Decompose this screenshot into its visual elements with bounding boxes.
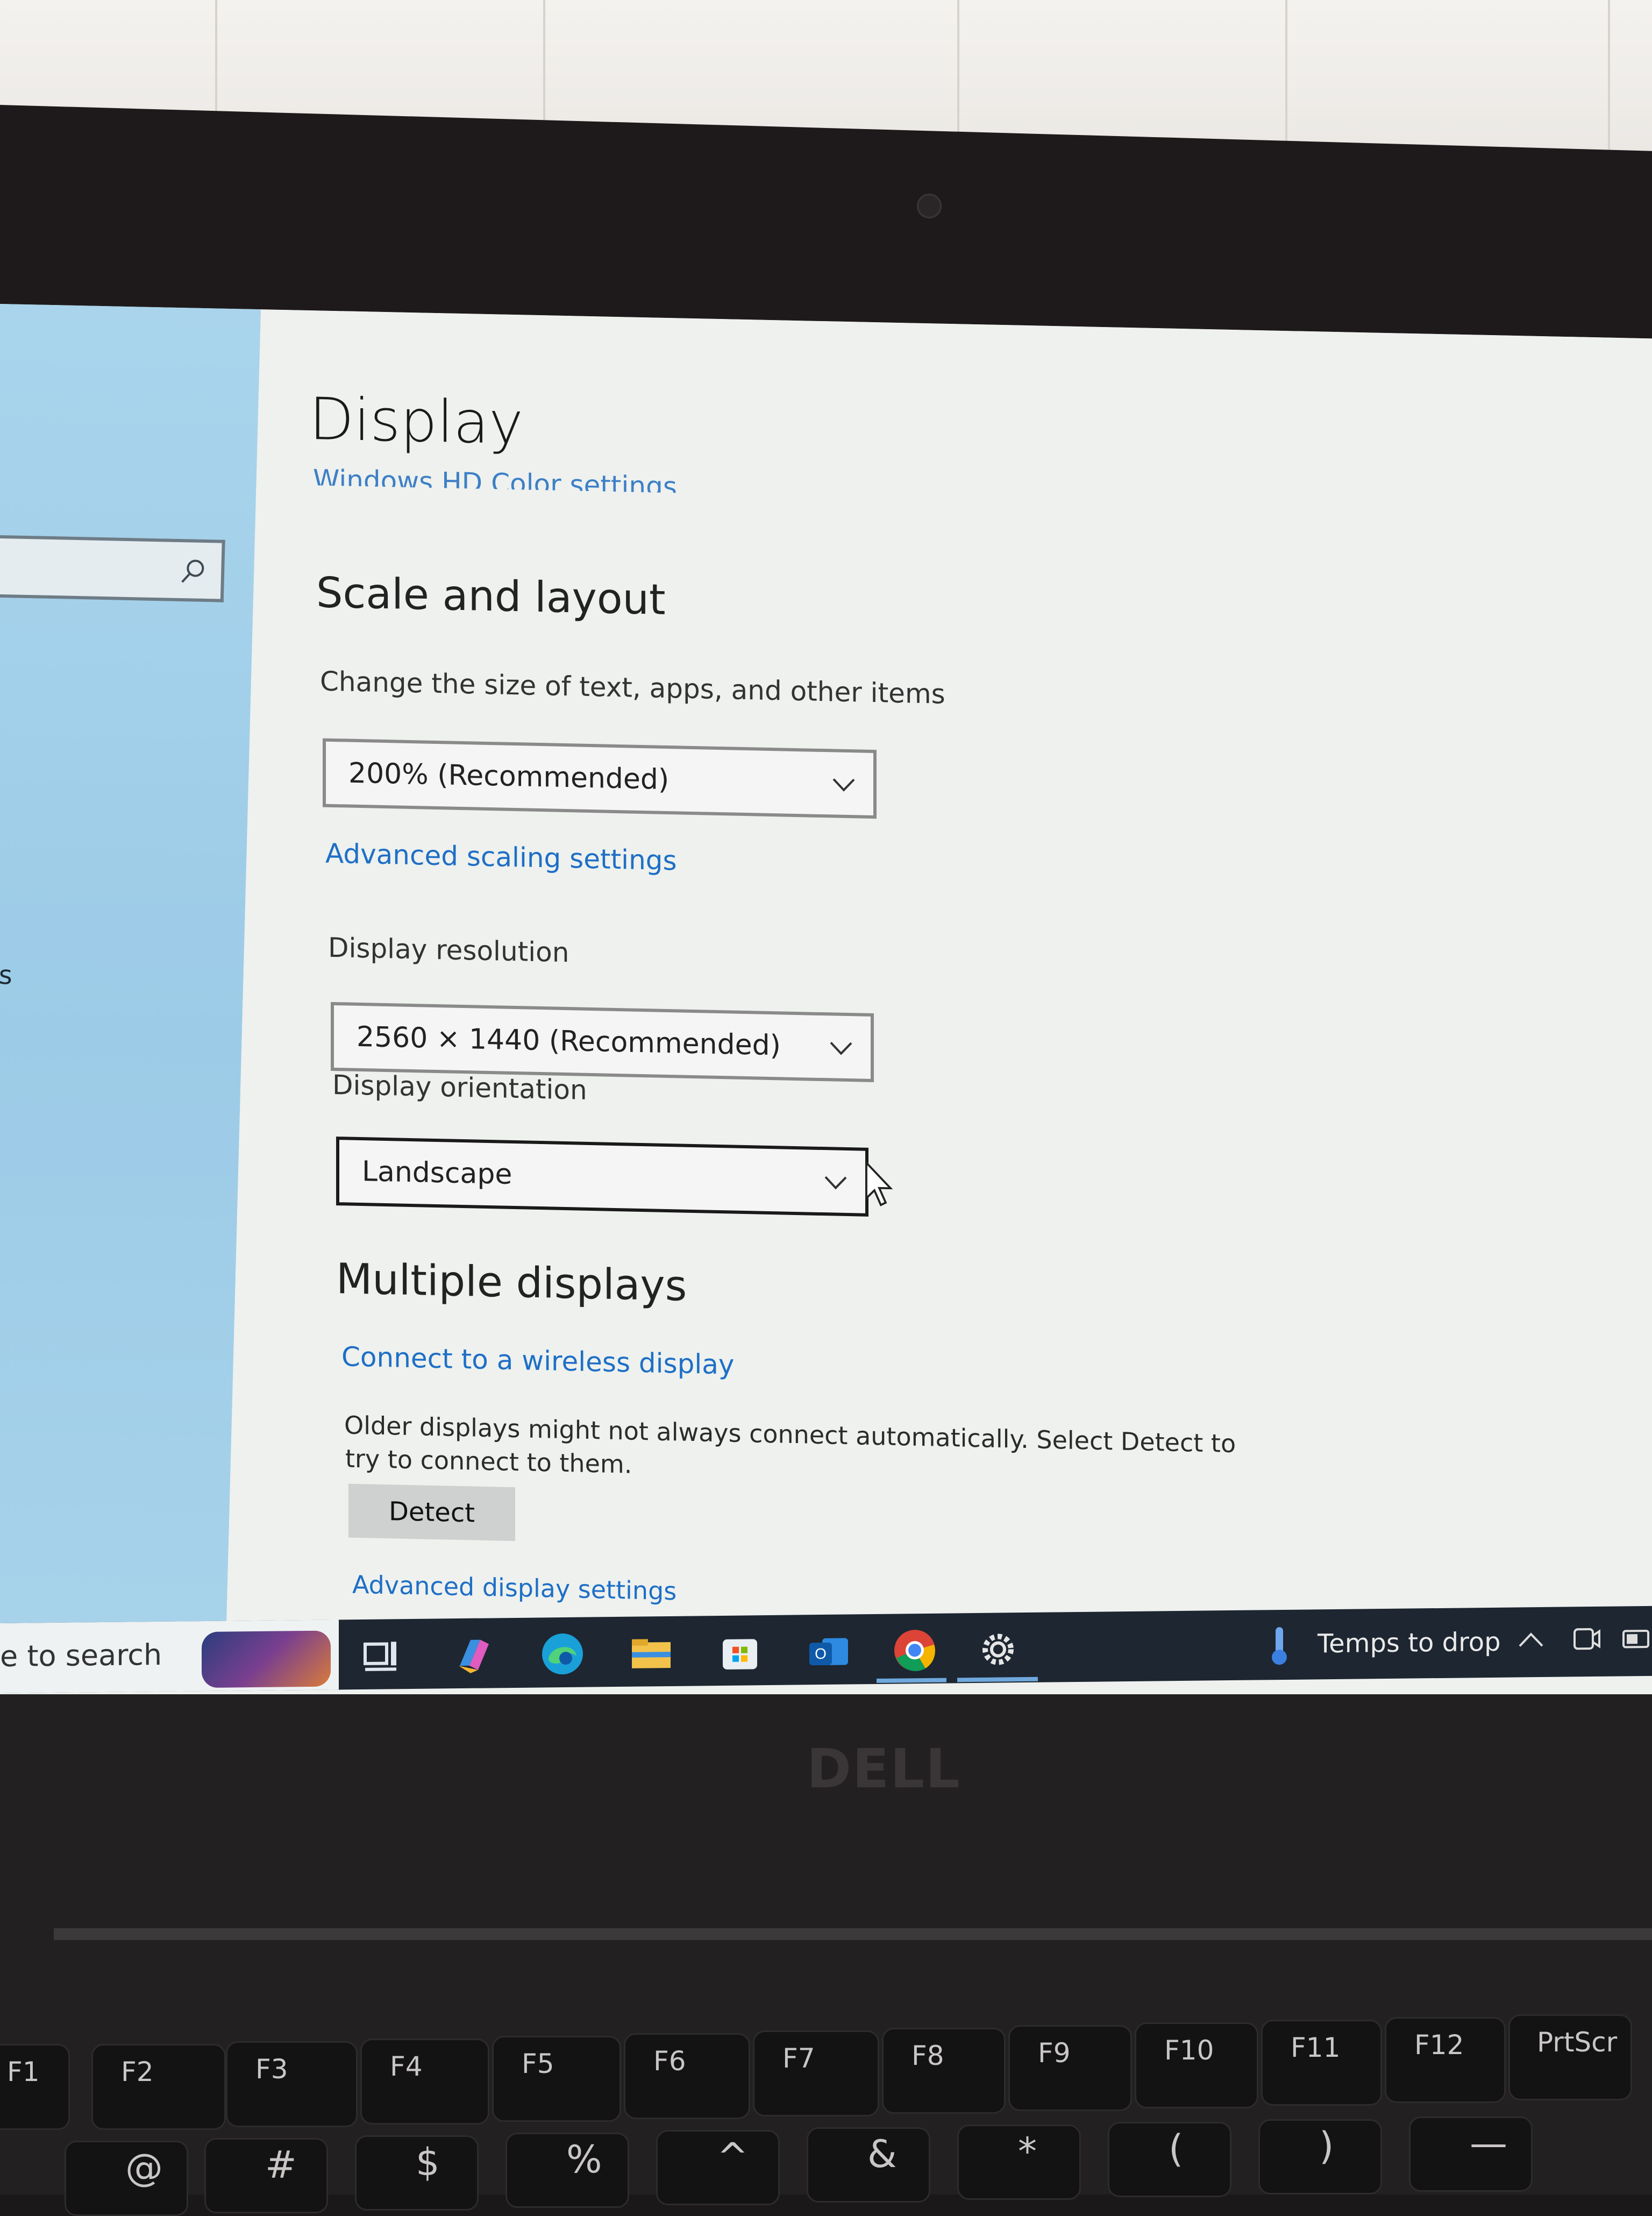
outlook-icon[interactable]: O — [804, 1626, 853, 1676]
key-f10[interactable]: F10 — [1135, 2022, 1258, 2108]
key-f9[interactable]: F9 — [1008, 2025, 1132, 2111]
chrome-running-indicator — [877, 1678, 946, 1683]
thermometer-icon — [1272, 1627, 1287, 1665]
key-8[interactable]: * — [957, 2125, 1081, 2200]
advanced-display-settings-link[interactable]: Advanced display settings — [352, 1570, 677, 1606]
battery-icon[interactable] — [1621, 1625, 1652, 1653]
detect-button[interactable]: Detect — [348, 1483, 515, 1542]
key-7[interactable]: & — [807, 2127, 930, 2203]
search-icon — [181, 559, 204, 583]
key-f8[interactable]: F8 — [882, 2028, 1006, 2114]
sidebar-item-label[interactable]: PC — [0, 1562, 1, 1593]
copilot-icon[interactable] — [449, 1630, 499, 1680]
dell-logo: DELL — [807, 1737, 961, 1800]
page-title: Display — [309, 386, 524, 458]
key-5[interactable]: % — [505, 2133, 629, 2208]
settings-icon[interactable] — [973, 1624, 1023, 1674]
settings-sidebar: ns PC — [0, 304, 261, 1637]
key-f2[interactable]: F2 — [91, 2044, 226, 2130]
key-f12[interactable]: F12 — [1385, 2017, 1506, 2103]
key-3[interactable]: # — [204, 2138, 328, 2213]
key-minus[interactable]: — — [1409, 2116, 1533, 2192]
file-explorer-icon[interactable] — [626, 1628, 676, 1678]
key-2[interactable]: @ — [65, 2141, 188, 2216]
scale-label: Change the size of text, apps, and other… — [320, 665, 945, 710]
mouse-cursor-icon — [865, 1161, 893, 1206]
weather-widget-text[interactable]: Temps to drop — [1318, 1627, 1501, 1659]
taskbar-search-placeholder: e to search — [0, 1637, 162, 1673]
scale-dropdown-value: 200% (Recommended) — [348, 757, 670, 797]
chevron-down-icon — [832, 778, 855, 792]
key-f11[interactable]: F11 — [1261, 2020, 1382, 2106]
sidebar-item-label[interactable]: ns — [0, 960, 12, 990]
key-4[interactable]: $ — [355, 2135, 479, 2211]
multiple-displays-heading: Multiple displays — [336, 1255, 687, 1311]
key-prtscr[interactable]: PrtScr — [1508, 2014, 1632, 2100]
svg-text:O: O — [815, 1645, 827, 1662]
orientation-dropdown-value: Landscape — [362, 1155, 512, 1191]
key-0[interactable]: ) — [1258, 2119, 1382, 2194]
chevron-down-icon — [824, 1176, 847, 1190]
webcam — [917, 194, 942, 218]
meet-now-icon[interactable] — [1570, 1623, 1603, 1656]
wireless-display-link[interactable]: Connect to a wireless display — [341, 1341, 734, 1380]
settings-main-pane: Display Windows HD Color settings Scale … — [280, 309, 1652, 1667]
scale-layout-heading: Scale and layout — [316, 569, 666, 624]
edge-icon[interactable] — [538, 1629, 587, 1679]
key-9[interactable]: ( — [1108, 2122, 1231, 2197]
chevron-down-icon — [830, 1042, 852, 1055]
key-f4[interactable]: F4 — [360, 2039, 489, 2125]
chrome-icon[interactable] — [890, 1625, 939, 1675]
key-f1[interactable]: F1 — [0, 2044, 70, 2130]
orientation-label-text: Display orientation — [332, 1069, 587, 1106]
key-f7[interactable]: F7 — [753, 2030, 879, 2116]
settings-running-indicator — [957, 1677, 1038, 1682]
settings-search-input[interactable] — [0, 535, 225, 602]
hd-color-settings-link[interactable]: Windows HD Color settings — [313, 464, 677, 493]
orientation-dropdown[interactable]: Landscape — [336, 1137, 868, 1217]
advanced-scaling-link[interactable]: Advanced scaling settings — [325, 838, 677, 877]
key-6[interactable]: ^ — [656, 2130, 780, 2205]
store-icon[interactable] — [715, 1627, 765, 1677]
scale-dropdown[interactable]: 200% (Recommended) — [323, 738, 877, 819]
laptop-hinge — [54, 1928, 1652, 1940]
resolution-dropdown[interactable]: 2560 × 1440 (Recommended) — [331, 1002, 874, 1083]
resolution-dropdown-value: 2560 × 1440 (Recommended) — [357, 1020, 781, 1062]
key-f6[interactable]: F6 — [624, 2033, 750, 2119]
detect-description-line2: try to connect to them. — [345, 1444, 632, 1479]
taskbar-search-box[interactable]: e to search — [0, 1620, 339, 1693]
key-f5[interactable]: F5 — [492, 2036, 621, 2122]
chevron-up-icon[interactable] — [1516, 1629, 1546, 1651]
key-f3[interactable]: F3 — [226, 2041, 358, 2127]
search-highlight-image — [202, 1630, 331, 1688]
screen: ns PC Display Windows HD Color settings … — [0, 304, 1652, 1732]
task-view-icon[interactable] — [358, 1631, 407, 1681]
resolution-label: Display resolution — [328, 932, 569, 969]
